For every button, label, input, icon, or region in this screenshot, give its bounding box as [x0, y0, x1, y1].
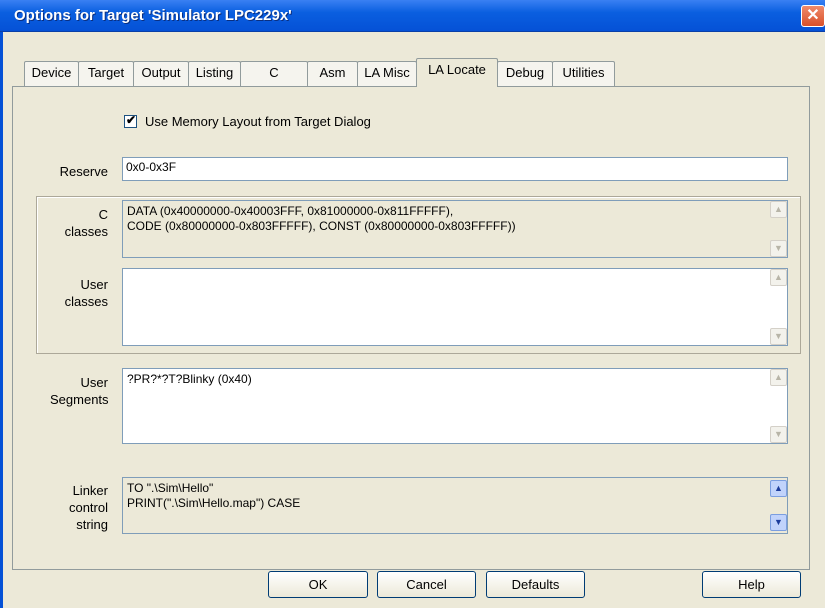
close-icon: ✕: [806, 7, 820, 24]
c-classes-field: DATA (0x40000000-0x40003FFF, 0x81000000-…: [122, 200, 788, 258]
linker-control-label-line3: string: [76, 517, 108, 532]
tab-asm[interactable]: Asm: [307, 61, 358, 86]
checkbox-box[interactable]: ✔: [124, 113, 137, 128]
scroll-down-icon[interactable]: ▼: [770, 514, 787, 531]
user-classes-label: User classes: [50, 276, 108, 310]
tab-target[interactable]: Target: [78, 61, 134, 86]
close-button[interactable]: ✕: [801, 5, 825, 27]
user-classes-label-line2: classes: [64, 294, 108, 309]
tab-output[interactable]: Output: [133, 61, 189, 86]
linker-control-label: Linker control string: [50, 482, 108, 533]
tab-la-misc[interactable]: LA Misc: [357, 61, 417, 86]
tab-utilities[interactable]: Utilities: [552, 61, 615, 86]
ok-button[interactable]: OK: [268, 571, 368, 598]
c-classes-scrollbar: ▲ ▼: [770, 201, 787, 257]
user-segments-scrollbar[interactable]: ▲ ▼: [770, 369, 787, 443]
user-segments-label-line1: User: [80, 375, 108, 390]
user-classes-scrollbar[interactable]: ▲ ▼: [770, 269, 787, 345]
linker-control-scrollbar[interactable]: ▲ ▼: [770, 478, 787, 533]
scroll-down-icon: ▼: [770, 240, 787, 257]
window-title: Options for Target 'Simulator LPC229x': [14, 7, 292, 24]
reserve-input[interactable]: 0x0-0x3F: [122, 157, 788, 181]
help-button[interactable]: Help: [702, 571, 801, 598]
c-classes-label-line1: C: [98, 207, 108, 222]
use-memory-layout-checkbox[interactable]: ✔ Use Memory Layout from Target Dialog: [124, 113, 371, 129]
linker-control-label-line2: control: [68, 500, 108, 515]
use-memory-layout-label: Use Memory Layout from Target Dialog: [145, 114, 371, 129]
scroll-up-icon: ▲: [770, 201, 787, 218]
scroll-down-icon[interactable]: ▼: [770, 328, 787, 345]
c-classes-label-line2: classes: [64, 224, 108, 239]
tab-la-locate[interactable]: LA Locate: [416, 58, 498, 87]
user-segments-label: User Segments: [50, 374, 109, 408]
cancel-button[interactable]: Cancel: [377, 571, 476, 598]
scroll-up-icon[interactable]: ▲: [770, 269, 787, 286]
scroll-up-icon[interactable]: ▲: [770, 369, 787, 386]
linker-control-text: TO ".\Sim\Hello" PRINT(".\Sim\Hello.map"…: [127, 481, 301, 510]
tab-debug[interactable]: Debug: [497, 61, 553, 86]
defaults-button[interactable]: Defaults: [486, 571, 585, 598]
linker-control-label-line1: Linker: [72, 483, 108, 498]
user-classes-input[interactable]: ▲ ▼: [122, 268, 788, 346]
c-classes-label: C classes: [50, 206, 108, 240]
window-frame-left: [0, 32, 3, 608]
checkmark-icon: ✔: [126, 113, 137, 127]
linker-control-field: TO ".\Sim\Hello" PRINT(".\Sim\Hello.map"…: [122, 477, 788, 534]
c-classes-text: DATA (0x40000000-0x40003FFF, 0x81000000-…: [127, 204, 516, 233]
user-segments-label-line2: Segments: [50, 392, 109, 407]
user-classes-label-line1: User: [80, 277, 108, 292]
user-segments-input[interactable]: ?PR?*?T?Blinky (0x40) ▲ ▼: [122, 368, 788, 444]
scroll-down-icon[interactable]: ▼: [770, 426, 787, 443]
tab-listing[interactable]: Listing: [188, 61, 241, 86]
scroll-up-icon[interactable]: ▲: [770, 480, 787, 497]
user-segments-text: ?PR?*?T?Blinky (0x40): [127, 372, 252, 386]
reserve-label: Reserve: [59, 164, 108, 179]
tab-c[interactable]: C: [240, 61, 308, 86]
tab-device[interactable]: Device: [24, 61, 79, 86]
title-bar[interactable]: Options for Target 'Simulator LPC229x' ✕: [0, 0, 825, 32]
